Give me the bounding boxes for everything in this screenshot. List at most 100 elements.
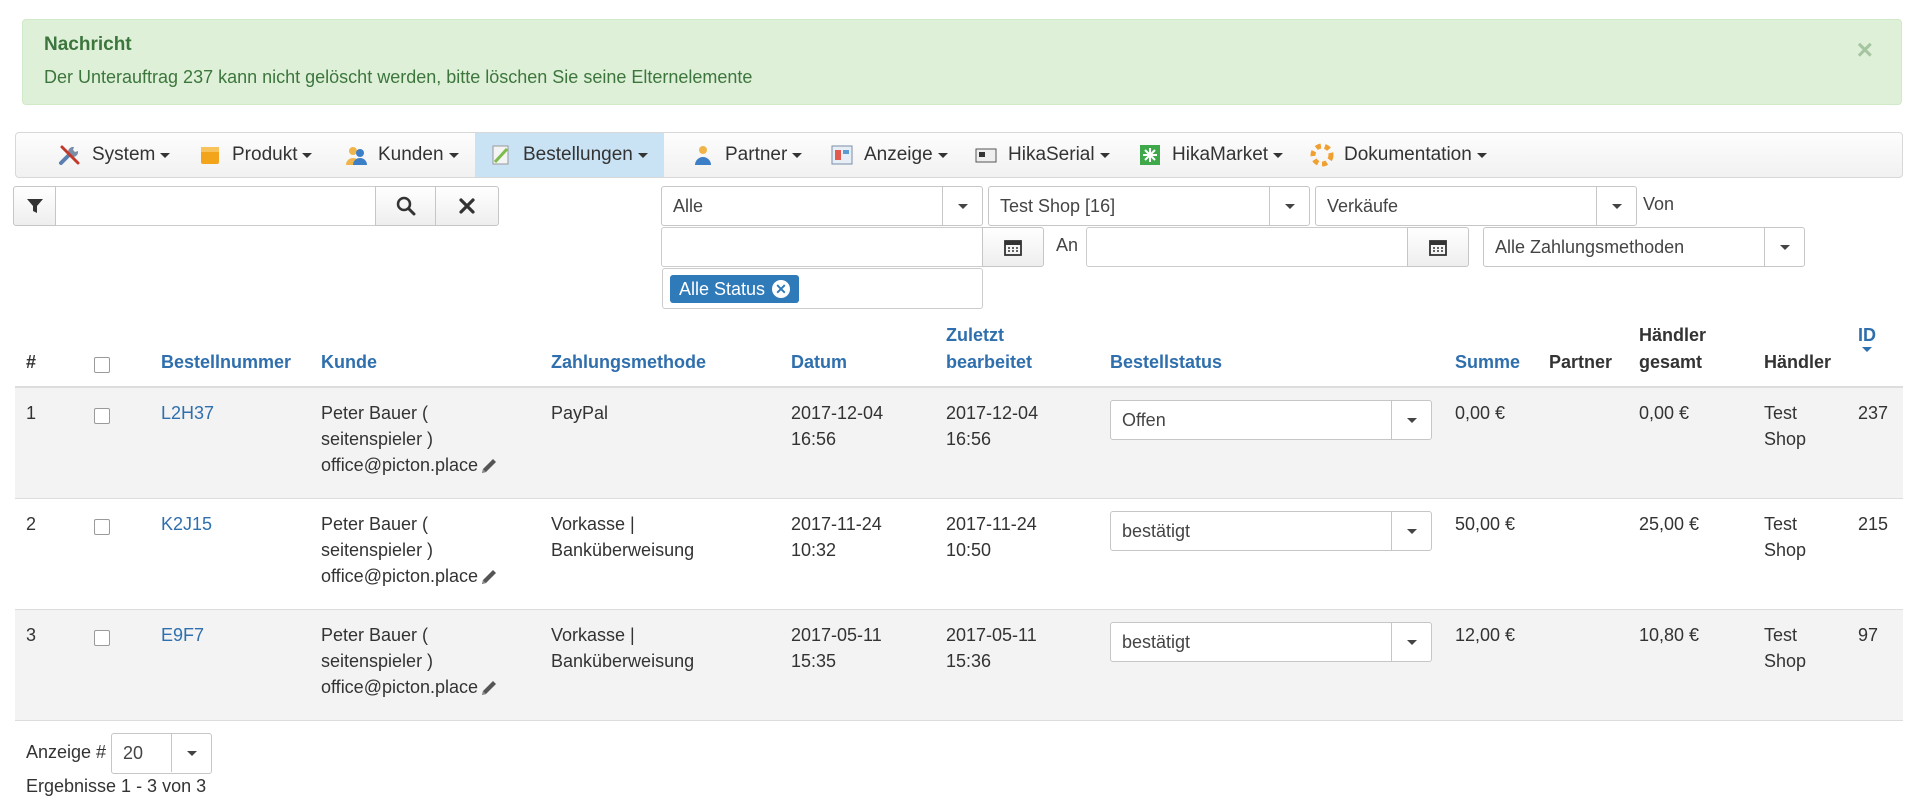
order-number-link[interactable]: L2H37 <box>161 400 214 426</box>
date-from-input[interactable] <box>661 227 983 267</box>
menu-dokumentation[interactable]: Dokumentation <box>1296 133 1501 177</box>
status-filter-value: Alle <box>673 195 704 216</box>
order-status-select[interactable]: bestätigt <box>1110 622 1432 662</box>
modified-day: 2017-12-04 <box>946 403 1039 423</box>
table-row: 2 K2J15 Peter Bauer ( seitenspieler ) of… <box>15 499 1903 610</box>
search-input[interactable] <box>56 186 376 226</box>
display-icon <box>830 143 854 167</box>
status-tag-label: Alle Status <box>679 278 766 299</box>
chevron-down-icon <box>171 734 211 772</box>
payment-cell: Vorkasse | Banküberweisung <box>551 511 694 563</box>
vendor-cell: Test Shop <box>1764 511 1806 563</box>
col-date[interactable]: Datum <box>791 349 847 376</box>
col-order-number[interactable]: Bestellnummer <box>161 349 291 376</box>
sales-filter-value: Verkäufe <box>1327 195 1399 216</box>
payment-line1: Vorkasse | <box>551 514 635 534</box>
sales-filter-select[interactable]: Verkäufe <box>1315 186 1637 226</box>
menu-hikaserial[interactable]: HikaSerial <box>960 133 1124 177</box>
menu-partner-label: Partner <box>725 144 788 165</box>
filter-icon <box>26 199 43 213</box>
payment-filter-select[interactable]: Alle Zahlungsmethoden <box>1483 227 1805 267</box>
order-number-link[interactable]: E9F7 <box>161 622 204 648</box>
chevron-down-icon <box>942 187 982 225</box>
col-status[interactable]: Bestellstatus <box>1110 349 1222 376</box>
order-status-value: Offen <box>1122 409 1166 430</box>
clear-button[interactable] <box>435 186 499 226</box>
market-icon <box>1138 143 1162 167</box>
customer-cell: Peter Bauer ( seitenspieler ) office@pic… <box>321 622 499 700</box>
vendor-total-cell: 0,00 € <box>1639 403 1690 423</box>
menu-hikaserial-label: HikaSerial <box>1008 144 1095 165</box>
col-vendor-total-line2: gesamt <box>1639 352 1703 372</box>
row-checkbox[interactable] <box>94 408 110 424</box>
close-icon[interactable]: × <box>1857 36 1873 64</box>
menu-hikamarket[interactable]: HikaMarket <box>1124 133 1297 177</box>
menu-produkt[interactable]: Produkt <box>184 133 326 177</box>
order-status-value: bestätigt <box>1122 631 1191 652</box>
chevron-down-icon <box>1596 187 1636 225</box>
vendor-total-cell: 25,00 € <box>1639 514 1700 534</box>
status-tag-input[interactable]: Alle Status ✕ <box>662 268 983 309</box>
row-checkbox[interactable] <box>94 519 110 535</box>
col-payment[interactable]: Zahlungsmethode <box>551 349 706 376</box>
menu-hikamarket-label: HikaMarket <box>1172 144 1269 165</box>
payment-line1: PayPal <box>551 403 609 423</box>
date-from-calendar-button[interactable] <box>982 227 1044 267</box>
alert-title: Nachricht <box>44 34 132 55</box>
select-all-checkbox[interactable] <box>94 357 110 373</box>
box-icon <box>198 143 222 167</box>
menu-dokumentation-label: Dokumentation <box>1344 144 1472 165</box>
date-cell: 2017-05-11 15:35 <box>791 622 882 674</box>
date-to-input[interactable] <box>1086 227 1408 267</box>
row-num: 1 <box>26 403 37 423</box>
col-id[interactable]: ID <box>1858 322 1876 354</box>
order-number-link[interactable]: K2J15 <box>161 511 212 537</box>
col-modified[interactable]: Zuletzt bearbeitet <box>946 322 1032 376</box>
remove-tag-icon[interactable]: ✕ <box>772 280 791 298</box>
col-vendor: Händler <box>1764 352 1832 372</box>
date-to-calendar-button[interactable] <box>1407 227 1469 267</box>
vendor-line1: Test <box>1764 403 1798 423</box>
col-vendor-total-line1: Händler <box>1639 325 1707 345</box>
pencil-icon[interactable] <box>479 678 499 698</box>
results-count: Ergebnisse 1 - 3 von 3 <box>26 776 207 796</box>
calendar-icon <box>1429 240 1447 256</box>
customer-name: Peter Bauer ( <box>321 625 429 645</box>
sort-desc-icon <box>1862 347 1872 352</box>
shop-filter-select[interactable]: Test Shop [16] <box>988 186 1310 226</box>
menu-anzeige[interactable]: Anzeige <box>816 133 962 177</box>
display-count-value: 20 <box>123 743 144 763</box>
menu-bestellungen-label: Bestellungen <box>523 144 633 165</box>
col-total[interactable]: Summe <box>1455 349 1520 376</box>
display-count-select[interactable]: 20 <box>111 733 212 774</box>
status-tag[interactable]: Alle Status ✕ <box>670 275 800 303</box>
menu-partner[interactable]: Partner <box>677 133 816 177</box>
filter-button[interactable] <box>13 186 56 226</box>
col-modified-line1: Zuletzt <box>946 325 1004 345</box>
customer-username: seitenspieler ) <box>321 651 434 671</box>
orders-icon <box>489 143 513 167</box>
customer-username: seitenspieler ) <box>321 540 434 560</box>
col-vendor-total: Händler gesamt <box>1639 322 1706 376</box>
status-filter-select[interactable]: Alle <box>661 186 983 226</box>
customer-email: office@picton.place <box>321 566 479 586</box>
row-checkbox[interactable] <box>94 630 110 646</box>
modified-cell: 2017-05-11 15:36 <box>946 622 1037 674</box>
to-label: An <box>1056 235 1079 255</box>
order-status-select[interactable]: Offen <box>1110 400 1432 440</box>
chevron-down-icon <box>1391 623 1431 661</box>
menu-kunden[interactable]: Kunden <box>330 133 473 177</box>
pencil-icon[interactable] <box>479 567 499 587</box>
order-status-value: bestätigt <box>1122 520 1191 541</box>
pencil-icon[interactable] <box>479 456 499 476</box>
col-customer[interactable]: Kunde <box>321 349 377 376</box>
menu-bestellungen[interactable]: Bestellungen <box>475 133 664 177</box>
order-status-select[interactable]: bestätigt <box>1110 511 1432 551</box>
help-icon <box>1310 143 1334 167</box>
menu-anzeige-label: Anzeige <box>864 144 933 165</box>
from-label: Von <box>1643 194 1675 214</box>
col-num: # <box>26 352 37 372</box>
menu-system[interactable]: System <box>44 133 184 177</box>
search-button[interactable] <box>375 186 436 226</box>
modified-time: 16:56 <box>946 429 992 449</box>
